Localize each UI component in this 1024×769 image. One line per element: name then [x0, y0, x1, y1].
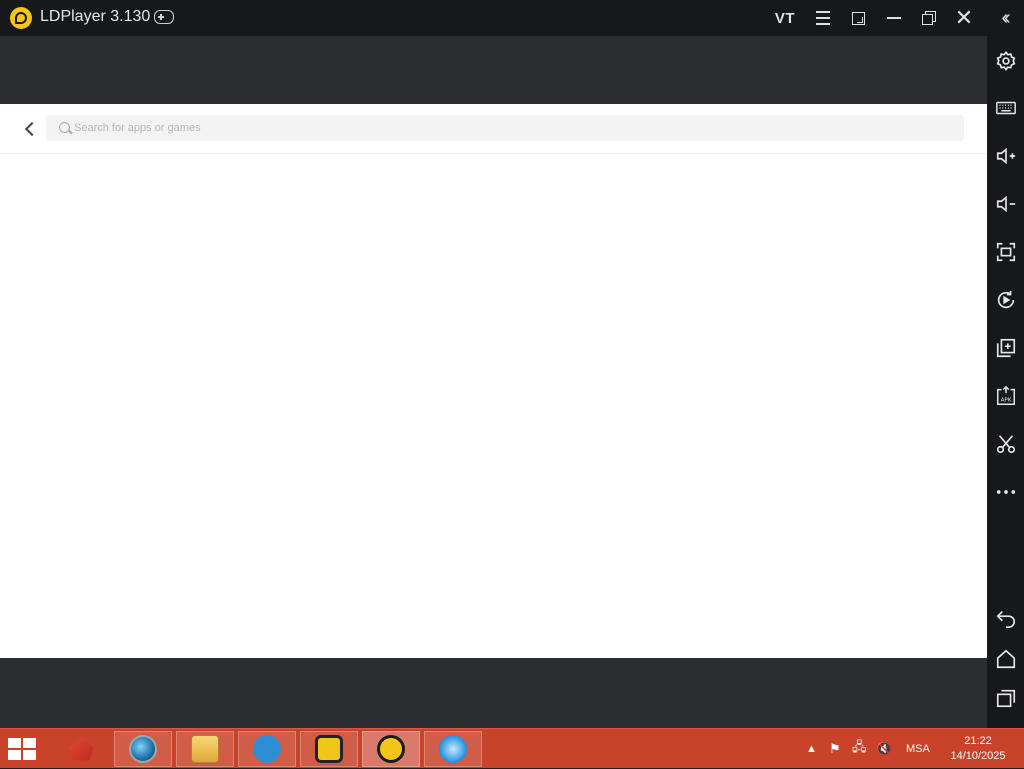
multi-instance-icon[interactable] — [993, 335, 1019, 361]
screenshot-scissors-icon[interactable] — [993, 431, 1019, 457]
clock-date: 14/10/2025 — [950, 750, 1006, 762]
volume-muted-icon[interactable]: 🔇 — [876, 729, 892, 769]
ldplayer-icon[interactable] — [362, 731, 420, 767]
search-input[interactable] — [74, 115, 954, 141]
collapse-sidebar-icon[interactable]: ‹‹ — [991, 6, 1017, 30]
right-toolbar: APK — [987, 36, 1024, 728]
network-icon[interactable]: 🖧 — [852, 729, 867, 769]
windows-taskbar: ▲ ⚑ 🖧 🔇 MSA 21:22 14/10/2025 — [0, 728, 1024, 768]
rotate-icon[interactable] — [993, 287, 1019, 313]
show-hidden-icons-icon[interactable]: ▲ — [806, 729, 817, 769]
fullscreen-icon[interactable] — [993, 239, 1019, 265]
shrink-window-icon[interactable] — [845, 6, 871, 30]
close-icon[interactable]: ✕ — [951, 5, 977, 30]
back-icon[interactable] — [993, 605, 1019, 631]
minimize-icon[interactable] — [881, 6, 907, 30]
back-arrow-icon[interactable] — [22, 120, 40, 138]
browser-globe-icon[interactable] — [114, 731, 172, 767]
gamepad-icon[interactable] — [154, 10, 174, 24]
more-icon[interactable] — [993, 479, 1019, 505]
clock[interactable]: 21:22 14/10/2025 — [942, 734, 1014, 764]
internet-explorer-icon[interactable] — [424, 731, 482, 767]
screen-top-area — [0, 36, 987, 104]
clock-time: 21:22 — [964, 735, 992, 747]
language-indicator[interactable]: MSA — [906, 729, 930, 769]
yellow-box-app-icon[interactable] — [300, 731, 358, 767]
app-red-icon[interactable] — [52, 731, 110, 767]
search-icon — [59, 122, 70, 133]
search-box[interactable] — [46, 115, 964, 141]
app-search-screen — [0, 104, 987, 658]
screen-bottom-area — [0, 658, 987, 728]
title-bar: LDPlayer 3.130 VT ✕ ‹‹ — [0, 0, 1024, 36]
restore-icon[interactable] — [917, 6, 943, 30]
file-explorer-icon[interactable] — [176, 731, 234, 767]
vt-button[interactable]: VT — [772, 6, 798, 30]
windows-start-icon[interactable] — [8, 738, 38, 760]
window-title: LDPlayer 3.130 — [40, 8, 151, 25]
keyboard-icon[interactable] — [993, 95, 1019, 121]
action-center-flag-icon[interactable]: ⚑ — [829, 729, 841, 769]
ldplayer-logo-icon — [10, 7, 32, 29]
apk-label: APK — [1001, 398, 1012, 404]
menu-icon[interactable] — [810, 6, 836, 30]
volume-up-icon[interactable] — [993, 143, 1019, 169]
apk-install-icon[interactable]: APK — [993, 383, 1019, 409]
tool-wrench-icon[interactable] — [238, 731, 296, 767]
recent-apps-icon[interactable] — [993, 685, 1019, 711]
home-icon[interactable] — [993, 646, 1019, 672]
search-header — [0, 104, 987, 154]
settings-icon[interactable] — [993, 48, 1019, 74]
volume-down-icon[interactable] — [993, 191, 1019, 217]
